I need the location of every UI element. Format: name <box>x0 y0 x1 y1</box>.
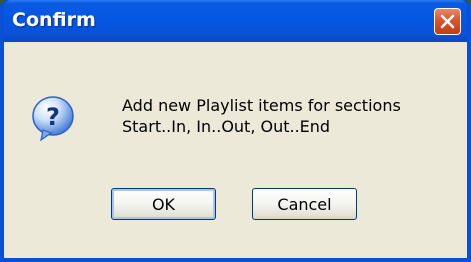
dialog-body: ? Add new Playlist items for sections St… <box>4 42 467 258</box>
question-icon: ? <box>32 96 74 142</box>
dialog-message: Add new Playlist items for sections Star… <box>122 95 401 137</box>
confirm-dialog: Confirm ? Add new Playlist items for sec… <box>0 0 471 262</box>
svg-text:?: ? <box>46 103 60 131</box>
message-line-2: Start..In, In..Out, Out..End <box>122 117 331 136</box>
title-bar[interactable]: Confirm <box>4 0 467 42</box>
close-icon <box>440 14 455 29</box>
cancel-button[interactable]: Cancel <box>252 188 357 220</box>
message-line-1: Add new Playlist items for sections <box>122 96 401 115</box>
close-button[interactable] <box>434 8 461 35</box>
ok-button[interactable]: OK <box>111 188 216 220</box>
dialog-title: Confirm <box>12 9 96 31</box>
